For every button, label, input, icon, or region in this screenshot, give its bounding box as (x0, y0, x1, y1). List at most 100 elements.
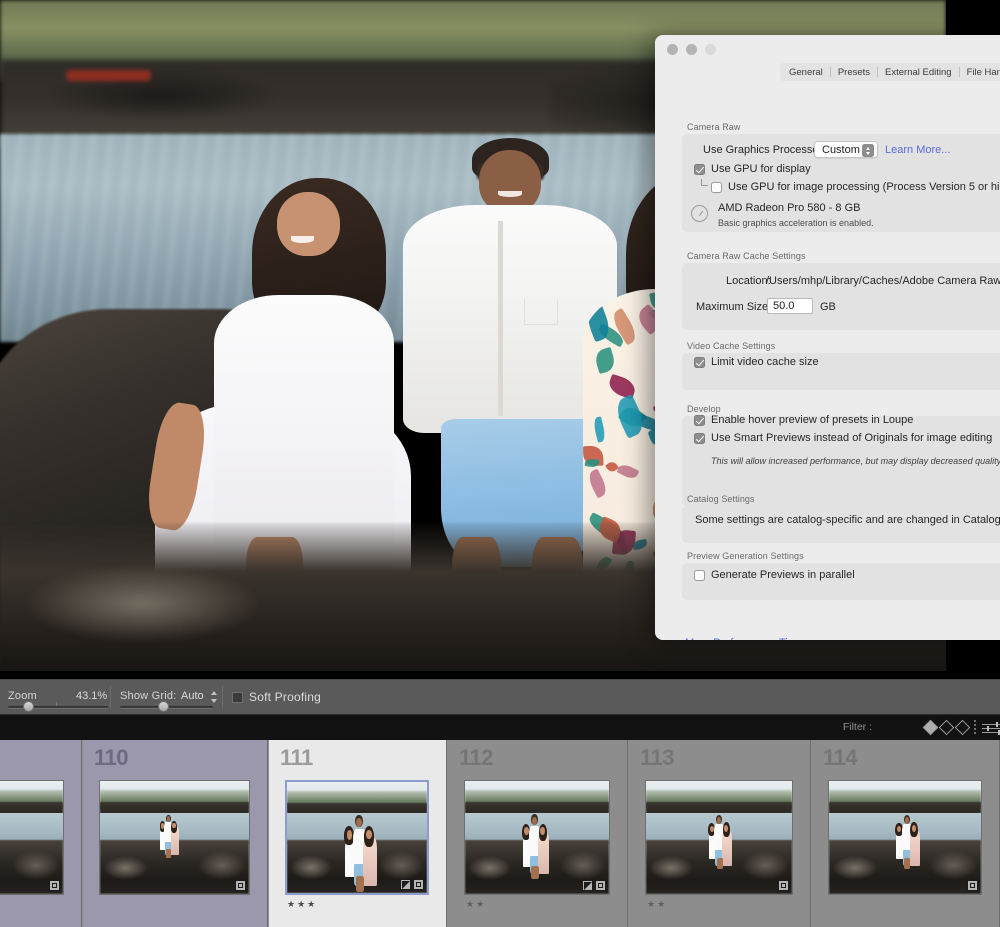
filter-flag-2-icon[interactable] (938, 719, 955, 736)
photo-man-face (478, 150, 542, 214)
limit-video-cache-label[interactable]: Limit video cache size (711, 356, 819, 368)
thumb-subject (531, 865, 539, 879)
preferences-dialog[interactable]: P General Presets External Editing File … (655, 35, 1000, 640)
soft-proofing-checkbox[interactable] (232, 692, 243, 703)
nesting-elbow-icon (701, 179, 708, 186)
preferences-tabs[interactable]: General Presets External Editing File Ha… (780, 63, 1000, 81)
thumb-badges (778, 880, 789, 891)
thumb-subject (903, 858, 911, 870)
preferences-body: General Presets External Editing File Ha… (655, 63, 1000, 640)
catalog-group-label: Catalog Settings (687, 494, 755, 504)
use-gpu-display-checkbox[interactable] (694, 164, 705, 175)
crop-badge-icon[interactable] (595, 880, 606, 891)
thumb-subject (166, 816, 170, 822)
filmstrip-star-rating[interactable]: ★★ (647, 900, 667, 909)
use-graphics-processor-label: Use Graphics Processor : (703, 144, 829, 156)
crop-badge-icon[interactable] (49, 880, 60, 891)
show-grid-stepper[interactable] (211, 691, 218, 703)
filter-divider-dots (974, 720, 976, 735)
develop-badge-icon[interactable] (582, 880, 593, 891)
crop-badge-icon[interactable] (778, 880, 789, 891)
toolbar-divider-2 (222, 686, 223, 708)
filmstrip-thumbnail[interactable] (0, 780, 64, 895)
show-grid-value[interactable]: Auto (181, 690, 204, 702)
smart-previews-label[interactable]: Use Smart Previews instead of Originals … (711, 432, 992, 444)
cache-max-size-input[interactable]: 50.0 (767, 298, 813, 314)
hover-preview-checkbox[interactable] (694, 415, 705, 426)
thumb-rock-hl2 (198, 851, 246, 881)
filmstrip-cell[interactable]: 113 ★★ (629, 740, 811, 927)
thumb-rock-hl (102, 855, 148, 881)
thumb-rock-hl (832, 855, 878, 881)
catalog-note: Some settings are catalog-specific and a… (695, 514, 1000, 526)
filmstrip[interactable]: 109 110 111 ★★★ 112 ★★ 113 ★★ 114 (0, 740, 1000, 927)
filmstrip-thumbnail[interactable] (645, 780, 793, 895)
use-gpu-processing-label[interactable]: Use GPU for image processing (Process Ve… (728, 181, 1000, 193)
crop-badge-icon[interactable] (413, 879, 424, 890)
limit-video-cache-checkbox[interactable] (694, 357, 705, 368)
more-performance-tips-link[interactable]: More Performance Tips... (685, 637, 809, 640)
thumb-badges (582, 880, 606, 891)
zoom-value: 43.1% (76, 690, 108, 702)
soft-proofing-label[interactable]: Soft Proofing (249, 690, 321, 704)
tab-external-editing[interactable]: External Editing (878, 65, 959, 80)
filmstrip-thumbnail[interactable] (464, 780, 610, 895)
filmstrip-cell-number: 112 (459, 745, 494, 770)
filmstrip-cell[interactable]: 110 (83, 740, 268, 927)
thumb-subject (716, 858, 723, 870)
tab-general[interactable]: General (782, 65, 830, 80)
preferences-titlebar[interactable]: P (655, 35, 1000, 63)
thumb-badges (967, 880, 978, 891)
loupe-toolbar: Zoom 43.1% Show Grid: Auto Soft Proofing (0, 679, 1000, 714)
use-gpu-display-label[interactable]: Use GPU for display (711, 163, 811, 175)
graphics-processor-select[interactable]: Custom (814, 141, 878, 158)
photo-girl-left-smile (291, 236, 315, 243)
thumb-badges (400, 879, 424, 890)
video-cache-group-label: Video Cache Settings (687, 341, 776, 351)
photo-red-boat (66, 70, 152, 82)
filmstrip-star-rating[interactable]: ★★★ (287, 900, 317, 909)
smart-previews-checkbox[interactable] (694, 433, 705, 444)
filter-flag-3-icon[interactable] (954, 719, 971, 736)
filmstrip-cell-number: 114 (823, 745, 858, 770)
filmstrip-star-rating[interactable]: ★★ (466, 900, 486, 909)
filter-settings-icon[interactable] (982, 722, 1000, 735)
photo-rock-highlight-left (18, 563, 265, 645)
camera-raw-group-label: Camera Raw (687, 122, 741, 132)
thumb-subject (904, 816, 909, 824)
tab-presets[interactable]: Presets (831, 65, 877, 80)
thumb-badges (235, 880, 246, 891)
crop-badge-icon[interactable] (967, 880, 978, 891)
zoom-slider-knob[interactable] (23, 701, 34, 712)
cache-max-size-value: 50.0 (773, 300, 795, 312)
filmstrip-cell[interactable]: 111 ★★★ (269, 740, 447, 927)
graphics-processor-value: Custom (822, 143, 860, 156)
filmstrip-thumbnail[interactable] (285, 780, 429, 895)
filmstrip-thumbnail[interactable] (99, 780, 250, 895)
use-gpu-processing-checkbox[interactable] (711, 182, 722, 193)
filmstrip-filter-bar: Filter : (0, 714, 1000, 740)
tab-file-handling[interactable]: File Handling (960, 65, 1000, 80)
chevron-updown-icon (862, 144, 874, 157)
crop-badge-icon[interactable] (235, 880, 246, 891)
filmstrip-cell[interactable]: 109 (0, 740, 82, 927)
thumb-rock-hl2 (742, 851, 790, 881)
grid-slider-knob[interactable] (158, 701, 169, 712)
develop-group-label: Develop (687, 404, 721, 414)
photo-man-shirt-pocket (524, 298, 559, 326)
photo-man-shirt-placket (497, 221, 503, 416)
filmstrip-cell[interactable]: 114 (812, 740, 1000, 927)
speedometer-icon (691, 205, 708, 222)
filter-flag-1-icon[interactable] (922, 719, 939, 736)
hover-preview-label[interactable]: Enable hover preview of presets in Loupe (711, 414, 913, 426)
zoom-label: Zoom (8, 690, 37, 702)
learn-more-link[interactable]: Learn More... (885, 144, 950, 156)
filmstrip-thumbnail[interactable] (828, 780, 982, 895)
thumb-subject (172, 822, 176, 829)
filmstrip-cell[interactable]: 112 ★★ (448, 740, 628, 927)
filmstrip-cell-number: 113 (640, 745, 675, 770)
show-grid-label: Show Grid: (120, 690, 177, 702)
generate-previews-parallel-label[interactable]: Generate Previews in parallel (711, 569, 855, 581)
generate-previews-parallel-checkbox[interactable] (694, 570, 705, 581)
develop-badge-icon[interactable] (400, 879, 411, 890)
